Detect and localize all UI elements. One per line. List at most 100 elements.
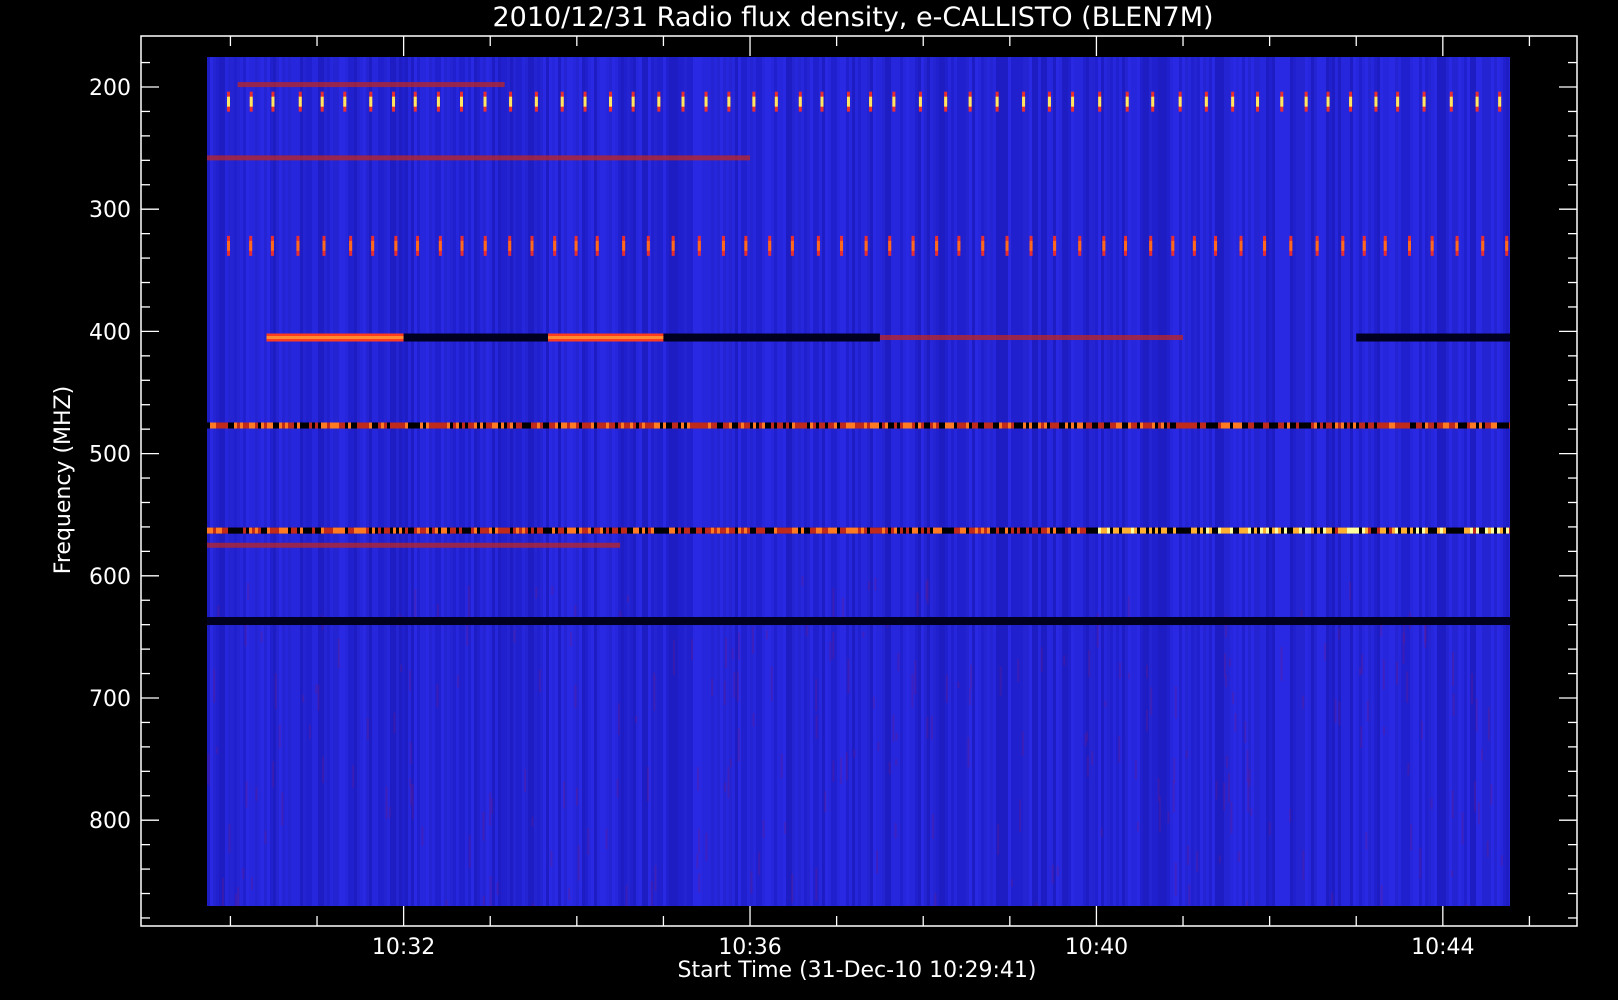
band-cell xyxy=(933,527,936,534)
feature-band xyxy=(879,335,1184,341)
band-cell xyxy=(1032,422,1035,429)
haze-speck xyxy=(824,790,827,813)
haze-speck xyxy=(388,806,391,818)
band-cell xyxy=(1176,527,1179,534)
band-cell xyxy=(411,527,414,534)
noise-streak xyxy=(495,57,498,906)
noise-streak xyxy=(1020,57,1023,906)
periodic-burst-core xyxy=(1341,240,1345,251)
band-cell xyxy=(639,527,642,534)
noise-streak xyxy=(366,57,369,906)
band-cell xyxy=(525,422,528,429)
band-cell xyxy=(570,527,573,534)
band-cell xyxy=(1008,422,1011,429)
band-cell xyxy=(1386,527,1389,534)
spectrogram-heatmap xyxy=(207,57,1510,906)
noise-streak xyxy=(384,57,387,906)
noise-streak xyxy=(1254,57,1257,906)
noise-streak xyxy=(465,57,468,906)
band-cell xyxy=(837,527,840,534)
periodic-burst-core xyxy=(609,96,613,107)
haze-speck xyxy=(302,694,305,703)
band-cell xyxy=(399,422,402,429)
band-cell xyxy=(291,527,294,534)
haze-speck xyxy=(1218,855,1221,864)
band-cell xyxy=(1029,527,1032,534)
band-cell xyxy=(213,422,216,429)
noise-streak xyxy=(1239,57,1242,906)
haze-speck xyxy=(862,631,865,638)
noise-streak xyxy=(558,57,561,906)
band-cell xyxy=(1314,422,1317,429)
band-cell xyxy=(582,527,585,534)
band-cell xyxy=(1047,422,1050,429)
noise-streak xyxy=(1251,57,1254,906)
band-cell xyxy=(993,527,996,534)
band-cell xyxy=(357,527,360,534)
band-cell xyxy=(1308,422,1311,429)
noise-streak xyxy=(894,57,897,906)
haze-speck xyxy=(535,587,538,599)
periodic-burst-core xyxy=(249,240,253,251)
noise-streak xyxy=(336,57,339,906)
band-cell xyxy=(897,422,900,429)
band-cell xyxy=(1488,527,1491,534)
band-cell xyxy=(225,422,228,429)
feature-band-core xyxy=(266,336,404,340)
band-cell xyxy=(261,527,264,534)
band-cell xyxy=(1464,527,1467,534)
noise-streak xyxy=(579,57,582,906)
band-cell xyxy=(1299,422,1302,429)
band-cell xyxy=(1428,527,1431,534)
band-cell xyxy=(450,422,453,429)
band-cell xyxy=(858,527,861,534)
periodic-burst-core xyxy=(721,240,725,251)
noise-streak xyxy=(555,57,558,906)
band-cell xyxy=(672,527,675,534)
band-cell xyxy=(564,527,567,534)
noise-streak xyxy=(861,57,864,906)
band-cell xyxy=(1242,527,1245,534)
band-cell xyxy=(387,422,390,429)
haze-speck xyxy=(1359,667,1362,676)
haze-speck xyxy=(489,876,492,906)
band-cell xyxy=(558,527,561,534)
noise-streak xyxy=(1269,57,1272,906)
band-cell xyxy=(675,527,678,534)
band-cell xyxy=(1233,422,1236,429)
band-cell xyxy=(1005,527,1008,534)
noise-streak xyxy=(780,57,783,906)
band-cell xyxy=(1053,422,1056,429)
noise-streak xyxy=(312,57,315,906)
band-cell xyxy=(624,422,627,429)
noise-streak xyxy=(1002,57,1005,906)
noise-streak xyxy=(1488,57,1491,906)
band-cell xyxy=(507,422,510,429)
band-cell xyxy=(552,527,555,534)
band-cell xyxy=(255,527,258,534)
haze-speck xyxy=(337,638,340,669)
band-cell xyxy=(456,527,459,534)
band-cell xyxy=(663,527,666,534)
band-cell xyxy=(1296,527,1299,534)
band-cell xyxy=(993,422,996,429)
noise-streak xyxy=(708,57,711,906)
band-cell xyxy=(642,422,645,429)
band-cell xyxy=(582,422,585,429)
noise-streak xyxy=(885,57,888,906)
noise-streak xyxy=(1056,57,1059,906)
band-cell xyxy=(1455,527,1458,534)
haze-speck xyxy=(411,784,414,820)
haze-speck xyxy=(1021,731,1024,756)
noise-streak xyxy=(591,57,594,906)
noise-streak xyxy=(516,57,519,906)
periodic-burst-core xyxy=(1383,240,1387,251)
band-cell xyxy=(1506,527,1509,534)
band-cell xyxy=(516,527,519,534)
band-cell xyxy=(315,422,318,429)
haze-speck xyxy=(1104,700,1107,707)
haze-speck xyxy=(733,671,736,698)
haze-speck xyxy=(762,820,765,839)
band-cell xyxy=(957,422,960,429)
noise-streak xyxy=(930,57,933,906)
